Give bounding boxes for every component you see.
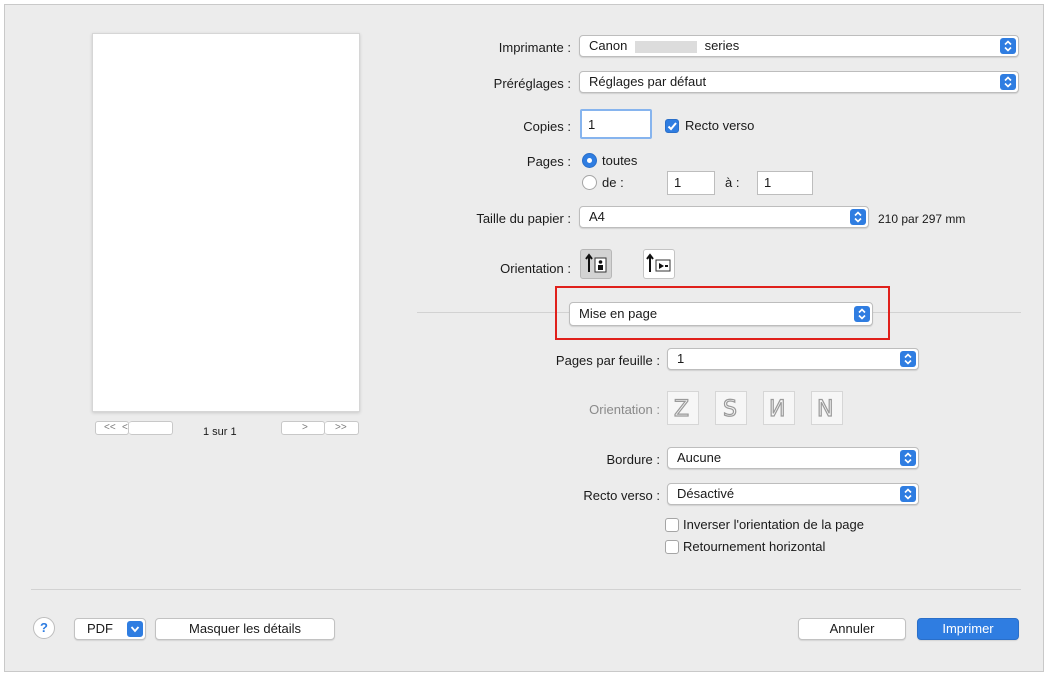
- print-dialog: << < 1 sur 1 > >> Imprimante : Canon ser…: [4, 4, 1044, 672]
- last-page-label: >>: [335, 422, 347, 433]
- two-sided-value: Désactivé: [677, 486, 735, 501]
- orientation-label: Orientation :: [500, 261, 571, 276]
- presets-popup[interactable]: Réglages par défaut: [579, 71, 1019, 93]
- popup-arrows-icon: [900, 351, 916, 367]
- next-page-label: >: [302, 422, 308, 433]
- pages-from-field[interactable]: 1: [667, 171, 715, 195]
- pages-all-radio[interactable]: [582, 153, 597, 168]
- landscape-orientation-button[interactable]: [643, 249, 675, 279]
- popup-arrows-icon: [900, 486, 916, 502]
- svg-text:N: N: [817, 397, 833, 422]
- pages-to-field[interactable]: 1: [757, 171, 813, 195]
- popup-arrows-icon: [850, 209, 866, 225]
- first-page-label: <<: [104, 422, 116, 433]
- border-label: Bordure :: [606, 452, 660, 467]
- cancel-button[interactable]: Annuler: [798, 618, 906, 640]
- landscape-icon: [646, 253, 671, 272]
- first-page-button[interactable]: << <: [95, 421, 129, 435]
- page-preview: [92, 33, 360, 412]
- printer-model-redacted: [634, 40, 697, 53]
- horizontal-flip-checkbox[interactable]: [665, 540, 679, 554]
- reverse-orientation-label: Inverser l'orientation de la page: [683, 517, 864, 532]
- page-indicator: 1 sur 1: [203, 426, 237, 438]
- prev-page-button[interactable]: [129, 421, 173, 435]
- popup-arrows-icon: [900, 450, 916, 466]
- reverse-orientation-checkbox[interactable]: [665, 518, 679, 532]
- footer-divider: [31, 589, 1021, 590]
- presets-label: Préréglages :: [493, 76, 571, 91]
- pages-per-sheet-popup[interactable]: 1: [667, 348, 919, 370]
- pages-all-label: toutes: [602, 153, 638, 168]
- pages-per-sheet-value: 1: [677, 351, 685, 366]
- pdf-label: PDF: [87, 621, 113, 636]
- next-page-button[interactable]: >: [281, 421, 325, 435]
- copies-label: Copies :: [523, 119, 571, 134]
- last-page-button[interactable]: >>: [325, 421, 359, 435]
- border-value: Aucune: [677, 450, 722, 465]
- duplex-label: Recto verso: [685, 118, 755, 133]
- printer-label: Imprimante :: [498, 40, 571, 55]
- help-button[interactable]: ?: [33, 617, 55, 639]
- paper-size-value: A4: [589, 209, 605, 224]
- portrait-icon: [585, 253, 607, 273]
- pdf-menu-button[interactable]: PDF: [74, 618, 146, 640]
- printer-series: series: [704, 38, 740, 53]
- two-sided-popup[interactable]: Désactivé: [667, 483, 919, 505]
- layout-direction-label: Orientation :: [589, 402, 660, 417]
- hide-details-button[interactable]: Masquer les détails: [155, 618, 335, 640]
- horizontal-flip-label: Retournement horizontal: [683, 539, 826, 554]
- highlight-box: [555, 286, 890, 340]
- pages-range-label: de :: [602, 175, 624, 190]
- printer-popup[interactable]: Canon series: [579, 35, 1019, 57]
- popup-arrows-icon: [1000, 38, 1016, 54]
- layout-s-icon: S: [715, 391, 747, 425]
- paper-dimensions: 210 par 297 mm: [878, 212, 966, 226]
- svg-text:Z: Z: [674, 397, 689, 422]
- print-button[interactable]: Imprimer: [917, 618, 1019, 640]
- pages-per-sheet-label: Pages par feuille :: [555, 353, 660, 368]
- two-sided-label: Recto verso :: [583, 488, 660, 503]
- layout-n-icon: N: [811, 391, 843, 425]
- copies-field[interactable]: 1: [580, 109, 652, 139]
- paper-size-popup[interactable]: A4: [579, 206, 869, 228]
- presets-value: Réglages par défaut: [589, 74, 707, 89]
- pages-to-label: à :: [725, 175, 740, 190]
- svg-text:И: И: [769, 397, 785, 422]
- chevron-down-icon: [127, 621, 143, 637]
- layout-n-reverse-icon: И: [763, 391, 795, 425]
- duplex-checkbox[interactable]: [665, 119, 679, 133]
- portrait-orientation-button[interactable]: [580, 249, 612, 279]
- prev-page-label: <: [122, 422, 128, 433]
- checkmark-icon: [667, 122, 677, 131]
- printer-name: Canon: [589, 38, 628, 53]
- border-popup[interactable]: Aucune: [667, 447, 919, 469]
- pages-label: Pages :: [526, 154, 571, 169]
- popup-arrows-icon: [1000, 74, 1016, 90]
- svg-text:S: S: [723, 397, 737, 422]
- paper-size-label: Taille du papier :: [476, 211, 571, 226]
- pages-range-radio[interactable]: [582, 175, 597, 190]
- layout-z-icon: Z: [667, 391, 699, 425]
